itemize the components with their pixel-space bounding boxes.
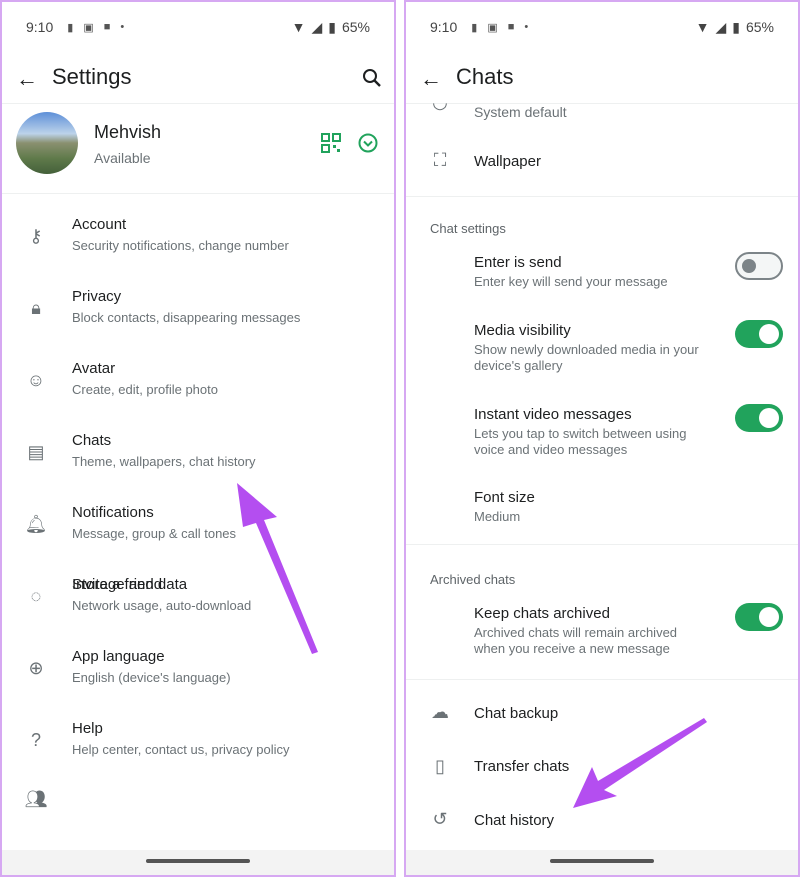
instant-video-subtitle: Lets you tap to switch between using: [474, 426, 687, 441]
profile-name: Mehvish: [94, 122, 162, 142]
page-title: Settings: [52, 64, 132, 89]
item-subtitle: Security notifications, change number: [72, 238, 289, 253]
item-title: Chats: [72, 432, 112, 449]
lock-icon: 🔒︎: [31, 298, 41, 318]
enter-is-send-toggle[interactable]: [735, 252, 783, 280]
item-title: App language: [72, 648, 165, 665]
battery-icon: ▮: [732, 18, 740, 35]
item-subtitle: Message, group & call tones: [72, 526, 237, 541]
battery-icon: ▮: [328, 18, 336, 35]
item-subtitle: Block contacts, disappearing messages: [72, 310, 301, 325]
dot-icon: •: [120, 21, 125, 33]
screenshot-icon: ▣: [83, 21, 94, 34]
history-icon: ↺: [432, 809, 448, 829]
chats-screen: 9:10 ▮ ▣ ■ • ▼ ◢ ▮ 65% ← Chats ◡ System defaul…: [404, 0, 800, 877]
signal-icon: ◢: [715, 18, 727, 35]
item-subtitle: Theme, wallpapers, chat history: [72, 454, 256, 469]
keep-archived-subtitle: Archived chats will remain archived: [474, 625, 678, 640]
bell-icon: 🔔︎: [24, 514, 48, 534]
page-title: Chats: [456, 64, 514, 89]
transfer-chats-label: Transfer chats: [474, 758, 570, 775]
instant-video-toggle[interactable]: [735, 404, 783, 432]
instant-video-title: Instant video messages: [474, 406, 632, 423]
signal-icon: ◢: [311, 18, 323, 35]
qr-code-icon[interactable]: [321, 133, 341, 153]
home-gesture-handle[interactable]: [146, 859, 250, 863]
keep-archived-subtitle-2: when you receive a new message: [474, 641, 670, 656]
back-arrow-icon[interactable]: ←: [16, 66, 38, 92]
avatar-icon: ☺: [26, 370, 46, 390]
item-subtitle: Network usage, auto-download: [72, 598, 252, 613]
section-header-archived-chats: Archived chats: [430, 572, 516, 587]
key-icon: ⚷: [29, 226, 43, 246]
notification-icon: ▮: [471, 21, 478, 34]
media-visibility-subtitle-2: device's gallery: [474, 358, 563, 373]
app-icon: ■: [507, 21, 515, 33]
theme-value: System default: [474, 104, 567, 120]
wallpaper-icon: ⛶: [433, 150, 447, 170]
item-subtitle: English (device's language): [72, 670, 231, 685]
battery-level: 65%: [341, 19, 370, 35]
keep-archived-toggle[interactable]: [735, 603, 783, 631]
section-header-chat-settings: Chat settings: [430, 221, 506, 236]
navigation-bar: [406, 850, 798, 875]
wallpaper-label: Wallpaper: [474, 153, 541, 170]
screenshot-icon: ▣: [487, 21, 498, 34]
enter-is-send-title: Enter is send: [474, 254, 562, 271]
wifi-icon: ▼: [291, 19, 306, 35]
chevron-down-circle-icon[interactable]: [358, 133, 378, 153]
profile-status: Available: [94, 150, 151, 166]
item-title: Invite a friend: [72, 576, 163, 593]
media-visibility-toggle[interactable]: [735, 320, 783, 348]
item-subtitle: Help center, contact us, privacy policy: [72, 742, 290, 757]
home-gesture-handle[interactable]: [550, 859, 654, 863]
app-icon: ■: [103, 21, 111, 33]
chat-backup-label: Chat backup: [474, 705, 559, 722]
battery-level: 65%: [745, 19, 774, 35]
chat-history-label: Chat history: [474, 812, 555, 829]
phone-transfer-icon: ▯: [435, 756, 445, 776]
avatar[interactable]: [16, 112, 78, 174]
status-time: 9:10: [26, 19, 54, 35]
globe-icon: ⊕: [28, 658, 44, 678]
chat-icon: ▤: [27, 442, 45, 462]
status-bar: 9:10 ▮ ▣ ■ • ▼ ◢ ▮ 65%: [430, 18, 774, 36]
back-arrow-icon[interactable]: ←: [420, 66, 442, 92]
media-visibility-title: Media visibility: [474, 322, 571, 339]
settings-screen: 9:10 ▮ ▣ ■ • ▼ ◢ ▮ 65% ← Settings Mehvish Avai…: [0, 0, 396, 877]
keep-archived-title: Keep chats archived: [474, 605, 610, 622]
notification-icon: ▮: [67, 21, 74, 34]
media-visibility-subtitle: Show newly downloaded media in your: [474, 342, 699, 357]
font-size-title: Font size: [474, 489, 535, 506]
search-icon[interactable]: [362, 68, 382, 88]
cloud-upload-icon: ☁: [431, 702, 449, 722]
item-subtitle: Create, edit, profile photo: [72, 382, 218, 397]
instant-video-subtitle-2: voice and video messages: [474, 442, 628, 457]
storage-icon: ◌: [30, 586, 42, 606]
item-title: Account: [72, 216, 127, 233]
status-time: 9:10: [430, 19, 458, 35]
item-title: Privacy: [72, 288, 122, 305]
dot-icon: •: [524, 21, 529, 33]
item-title: Help: [72, 720, 103, 737]
item-title: Notifications: [72, 504, 154, 521]
theme-icon: ◡: [432, 92, 448, 112]
wifi-icon: ▼: [695, 19, 710, 35]
people-icon: 👥︎: [24, 789, 48, 809]
navigation-bar: [2, 850, 394, 875]
status-bar: 9:10 ▮ ▣ ■ • ▼ ◢ ▮ 65%: [26, 18, 370, 36]
enter-is-send-subtitle: Enter key will send your message: [474, 274, 668, 289]
font-size-value: Medium: [474, 509, 521, 524]
help-icon: ?: [30, 730, 41, 750]
item-title: Avatar: [72, 360, 116, 377]
